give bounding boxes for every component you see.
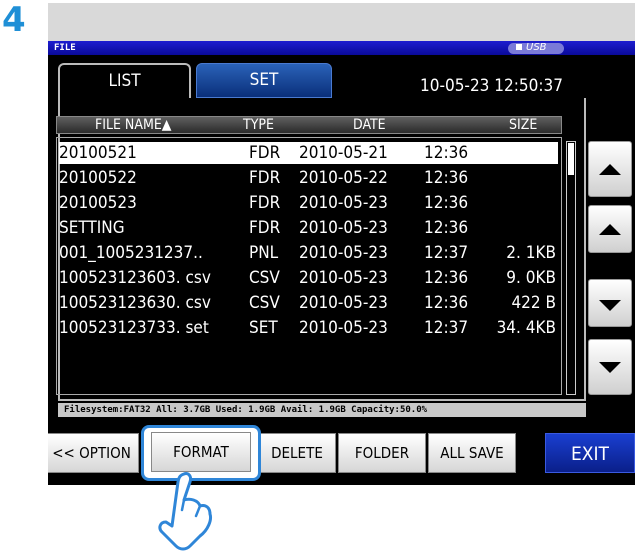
options-button[interactable]: << OPTION [48, 433, 139, 473]
title-bar: FILE USB [48, 41, 635, 55]
window-title: FILE [54, 43, 76, 53]
file-row[interactable]: 100523123603. csv CSV 2010-05-23 12:36 9… [59, 267, 558, 289]
file-type: FDR [249, 143, 281, 163]
file-date: 2010-05-23 [299, 243, 388, 263]
file-row[interactable]: 100523123630. csv CSV 2010-05-23 12:36 4… [59, 292, 558, 314]
file-size: 9. 0KB [506, 268, 556, 288]
file-size: 34. 4KB [496, 318, 556, 338]
format-button[interactable]: FORMAT [151, 432, 251, 472]
file-date: 2010-05-21 [299, 143, 388, 163]
file-name: 001_1005231237.. [59, 243, 203, 263]
folder-button[interactable]: FOLDER [338, 433, 426, 473]
file-type: CSV [249, 293, 280, 313]
file-date: 2010-05-23 [299, 318, 388, 338]
header-date[interactable]: DATE [353, 117, 386, 133]
tab-list[interactable]: LIST [58, 63, 191, 98]
file-date: 2010-05-23 [299, 268, 388, 288]
file-type: FDR [249, 193, 281, 213]
page-down-icon [599, 362, 621, 373]
page-up-button[interactable] [588, 141, 632, 197]
file-size: 422 B [511, 293, 556, 313]
scroll-up-button[interactable] [588, 205, 632, 253]
all-save-button[interactable]: ALL SAVE [428, 433, 516, 473]
usb-text: USB [526, 42, 547, 53]
device-screen: FILE USB LIST SET 10-05-23 12:50:37 FILE… [48, 41, 635, 485]
list-scrollbar[interactable] [566, 141, 576, 395]
file-name: 20100523 [59, 193, 137, 213]
file-row[interactable]: 20100521 FDR 2010-05-21 12:36 [59, 142, 558, 164]
file-time: 12:37 [424, 318, 469, 338]
file-date: 2010-05-23 [299, 293, 388, 313]
file-size: 2. 1KB [506, 243, 556, 263]
tab-set[interactable]: SET [196, 63, 332, 98]
arrow-up-icon [599, 224, 621, 235]
file-name: SETTING [59, 218, 125, 238]
arrow-down-icon [599, 300, 621, 311]
file-date: 2010-05-23 [299, 193, 388, 213]
file-type: FDR [249, 218, 281, 238]
file-type: FDR [249, 168, 281, 188]
datetime-display: 10-05-23 12:50:37 [420, 76, 563, 96]
usb-icon [516, 44, 522, 50]
file-time: 12:36 [424, 193, 469, 213]
file-time: 12:37 [424, 243, 469, 263]
file-row[interactable]: 20100522 FDR 2010-05-22 12:36 [59, 167, 558, 189]
file-name: 100523123630. csv [59, 293, 211, 313]
file-row[interactable]: SETTING FDR 2010-05-23 12:36 [59, 217, 558, 239]
header-size[interactable]: SIZE [509, 117, 537, 133]
exit-button[interactable]: EXIT [545, 433, 635, 473]
filesystem-status: Filesystem:FAT32 All: 3.7GB Used: 1.9GB … [58, 403, 586, 417]
delete-button[interactable]: DELETE [258, 433, 336, 473]
page-up-icon [599, 164, 621, 175]
file-row[interactable]: 20100523 FDR 2010-05-23 12:36 [59, 192, 558, 214]
file-name: 100523123733. set [59, 318, 209, 338]
step-number: 4 [2, 0, 26, 40]
file-date: 2010-05-23 [299, 218, 388, 238]
scroll-down-button[interactable] [588, 279, 632, 327]
file-time: 12:36 [424, 268, 469, 288]
usb-label: USB [516, 42, 547, 54]
column-header: FILE NAME▲ TYPE DATE SIZE [56, 116, 562, 134]
header-file-name[interactable]: FILE NAME▲ [95, 117, 171, 133]
file-time: 12:36 [424, 218, 469, 238]
file-name: 20100522 [59, 168, 137, 188]
file-list: 20100521 FDR 2010-05-21 12:36 20100522 F… [56, 137, 562, 395]
scrollbar-thumb[interactable] [568, 143, 574, 175]
file-name: 20100521 [59, 143, 137, 163]
file-type: CSV [249, 268, 280, 288]
header-type[interactable]: TYPE [243, 117, 274, 133]
file-date: 2010-05-22 [299, 168, 388, 188]
top-gray-band [48, 3, 635, 41]
page-down-button[interactable] [588, 339, 632, 395]
pointing-hand-icon [158, 472, 212, 551]
file-row[interactable]: 001_1005231237.. PNL 2010-05-23 12:37 2.… [59, 242, 558, 264]
file-type: PNL [249, 243, 279, 263]
file-time: 12:36 [424, 293, 469, 313]
file-time: 12:36 [424, 168, 469, 188]
file-row[interactable]: 100523123733. set SET 2010-05-23 12:37 3… [59, 317, 558, 339]
file-time: 12:36 [424, 143, 469, 163]
file-type: SET [249, 318, 278, 338]
file-name: 100523123603. csv [59, 268, 211, 288]
